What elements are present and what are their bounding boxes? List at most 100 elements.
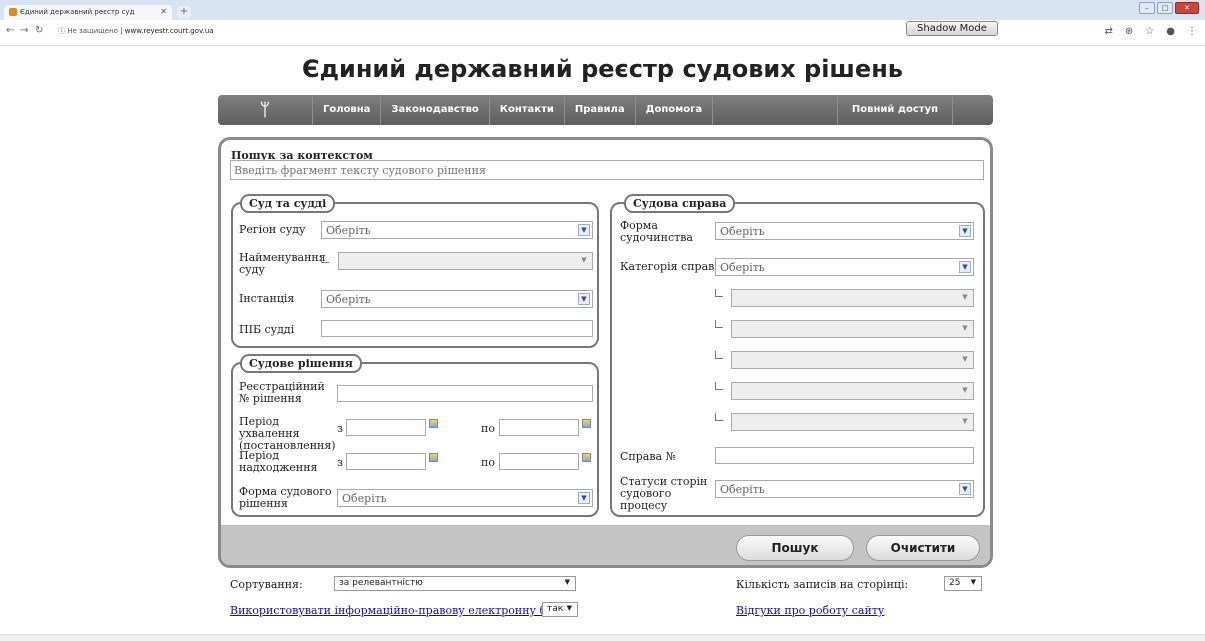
subcategory-select-4[interactable]: ▼ bbox=[731, 382, 974, 400]
decision-form-label: Форма судового рішення bbox=[239, 485, 332, 510]
court-fieldset: Суд та судді Регіон суду Оберіть ▼ Найме… bbox=[231, 194, 599, 348]
search-button[interactable]: Пошук bbox=[736, 535, 854, 561]
clear-button[interactable]: Очистити bbox=[866, 535, 980, 561]
tree-branch-icon bbox=[715, 351, 723, 359]
decision-form-select[interactable]: Оберіть ▼ bbox=[337, 489, 593, 507]
feedback-link[interactable]: Відгуки про роботу сайту bbox=[736, 604, 884, 617]
region-label: Регіон суду bbox=[239, 223, 306, 236]
toolbar-icons: ⇄ ⊕ ☆ ● ⋮ bbox=[1105, 26, 1197, 37]
case-category-label: Категорія справи bbox=[620, 260, 722, 273]
court-name-label: Найменування суду bbox=[239, 251, 326, 276]
tree-branch-icon bbox=[715, 382, 723, 390]
tree-branch-icon bbox=[715, 289, 723, 297]
browser-tab[interactable]: Єдиний державний реєстр суд ✕ bbox=[4, 5, 172, 20]
security-warning: ⓘ Не защищено bbox=[58, 27, 118, 35]
trident-emblem-icon[interactable]: ᛘ bbox=[218, 95, 313, 125]
address-bar[interactable]: ⓘ Не защищено | www.reyestr.court.gov.ua bbox=[58, 26, 214, 36]
page-title: Єдиний державний реєстр судових рішень bbox=[302, 55, 903, 83]
back-icon[interactable]: ← bbox=[6, 25, 14, 36]
instance-label: Інстанція bbox=[239, 292, 295, 305]
maximize-icon[interactable]: □ bbox=[1157, 2, 1173, 14]
region-select[interactable]: Оберіть ▼ bbox=[321, 221, 593, 239]
use-base-select-value: так bbox=[547, 604, 564, 614]
calendar-icon[interactable] bbox=[582, 453, 591, 462]
profile-icon[interactable]: ● bbox=[1166, 26, 1175, 37]
party-status-label: Статуси сторін судового процесу bbox=[620, 475, 708, 512]
reg-number-input[interactable] bbox=[337, 385, 593, 402]
context-search-input[interactable] bbox=[230, 160, 984, 180]
nav-item-full-access[interactable]: Повний доступ bbox=[838, 95, 953, 125]
case-category-select[interactable]: Оберіть ▼ bbox=[715, 258, 974, 276]
party-status-select-value: Оберіть bbox=[720, 483, 765, 496]
use-base-select[interactable]: так ▼ bbox=[542, 602, 578, 617]
new-tab-icon[interactable]: + bbox=[177, 6, 191, 18]
reg-number-label: Реєстраційний № рішення bbox=[239, 380, 325, 405]
nav-item-legislation[interactable]: Законодавство bbox=[381, 95, 490, 125]
zoom-icon[interactable]: ⊕ bbox=[1125, 26, 1133, 37]
chevron-down-icon: ▼ bbox=[564, 578, 570, 586]
subcategory-select-1[interactable]: ▼ bbox=[731, 289, 974, 307]
adoption-to-input[interactable] bbox=[499, 419, 579, 436]
tree-branch-icon bbox=[715, 320, 723, 328]
nav-item-help[interactable]: Допомога bbox=[636, 95, 714, 125]
chevron-down-icon: ▼ bbox=[970, 578, 976, 586]
menu-icon[interactable]: ⋮ bbox=[1187, 26, 1197, 37]
sort-select[interactable]: за релевантністю ▼ bbox=[334, 576, 576, 591]
chevron-down-icon: ▼ bbox=[962, 417, 968, 425]
chevron-down-icon: ▼ bbox=[578, 492, 590, 504]
subcategory-select-5[interactable]: ▼ bbox=[731, 413, 974, 431]
chevron-down-icon: ▼ bbox=[578, 293, 590, 305]
shadow-mode-button[interactable]: Shadow Mode bbox=[906, 21, 998, 36]
use-base-link[interactable]: Використовувати інформаційно-правову еле… bbox=[230, 604, 569, 617]
per-page-label: Кількість записів на сторінці: bbox=[736, 578, 909, 591]
chevron-down-icon: ▼ bbox=[962, 293, 968, 301]
calendar-icon[interactable] bbox=[429, 419, 438, 428]
bookmark-star-icon[interactable]: ☆ bbox=[1145, 26, 1154, 37]
per-page-select[interactable]: 25 ▼ bbox=[944, 576, 982, 591]
site-favicon-icon bbox=[9, 8, 17, 16]
minimize-icon[interactable]: – bbox=[1139, 2, 1155, 14]
receipt-to-input[interactable] bbox=[499, 453, 579, 470]
case-fieldset: Судова справа Форма судочинства Оберіть … bbox=[610, 194, 985, 517]
reload-icon[interactable]: ↻ bbox=[35, 25, 43, 36]
chevron-down-icon: ▼ bbox=[962, 355, 968, 363]
nav-item-rules[interactable]: Правила bbox=[565, 95, 636, 125]
instance-select[interactable]: Оберіть ▼ bbox=[321, 290, 593, 308]
proceeding-form-select[interactable]: Оберіть ▼ bbox=[715, 222, 974, 240]
translate-icon[interactable]: ⇄ bbox=[1105, 26, 1113, 37]
decision-legend: Судове рішення bbox=[240, 354, 362, 373]
decision-fieldset: Судове рішення Реєстраційний № рішення П… bbox=[231, 354, 599, 517]
court-name-select[interactable]: ▼ bbox=[338, 252, 593, 270]
window-close-icon[interactable]: ✕ bbox=[1175, 2, 1199, 14]
tree-branch-icon bbox=[321, 255, 329, 263]
chevron-down-icon: ▼ bbox=[959, 225, 971, 237]
nav-end bbox=[953, 95, 993, 125]
judge-name-label: ПІБ судді bbox=[239, 323, 295, 336]
adoption-from-input[interactable] bbox=[346, 419, 426, 436]
horizontal-scrollbar[interactable] bbox=[0, 634, 1205, 641]
chevron-down-icon: ▼ bbox=[959, 483, 971, 495]
case-number-input[interactable] bbox=[715, 447, 974, 464]
calendar-icon[interactable] bbox=[582, 419, 591, 428]
calendar-icon[interactable] bbox=[429, 453, 438, 462]
sort-label: Сортування: bbox=[230, 578, 303, 591]
nav-item-home[interactable]: Головна bbox=[313, 95, 382, 125]
receipt-period-label: Період надходження bbox=[239, 449, 318, 474]
decision-form-select-value: Оберіть bbox=[342, 492, 387, 505]
court-legend: Суд та судді bbox=[240, 194, 336, 213]
judge-name-input[interactable] bbox=[321, 320, 593, 337]
subcategory-select-2[interactable]: ▼ bbox=[731, 320, 974, 338]
forward-icon[interactable]: → bbox=[20, 25, 28, 36]
search-panel: Пошук за контекстом Суд та судді Регіон … bbox=[218, 137, 993, 568]
chevron-down-icon: ▼ bbox=[962, 386, 968, 394]
chevron-down-icon: ▼ bbox=[566, 604, 572, 612]
party-status-select[interactable]: Оберіть ▼ bbox=[715, 480, 974, 498]
case-category-select-value: Оберіть bbox=[720, 261, 765, 274]
region-select-value: Оберіть bbox=[326, 224, 371, 237]
nav-item-contacts[interactable]: Контакти bbox=[490, 95, 565, 125]
receipt-to-label: по bbox=[481, 456, 495, 469]
close-icon[interactable]: ✕ bbox=[160, 7, 167, 16]
case-number-label: Справа № bbox=[620, 450, 677, 463]
subcategory-select-3[interactable]: ▼ bbox=[731, 351, 974, 369]
receipt-from-input[interactable] bbox=[346, 453, 426, 470]
